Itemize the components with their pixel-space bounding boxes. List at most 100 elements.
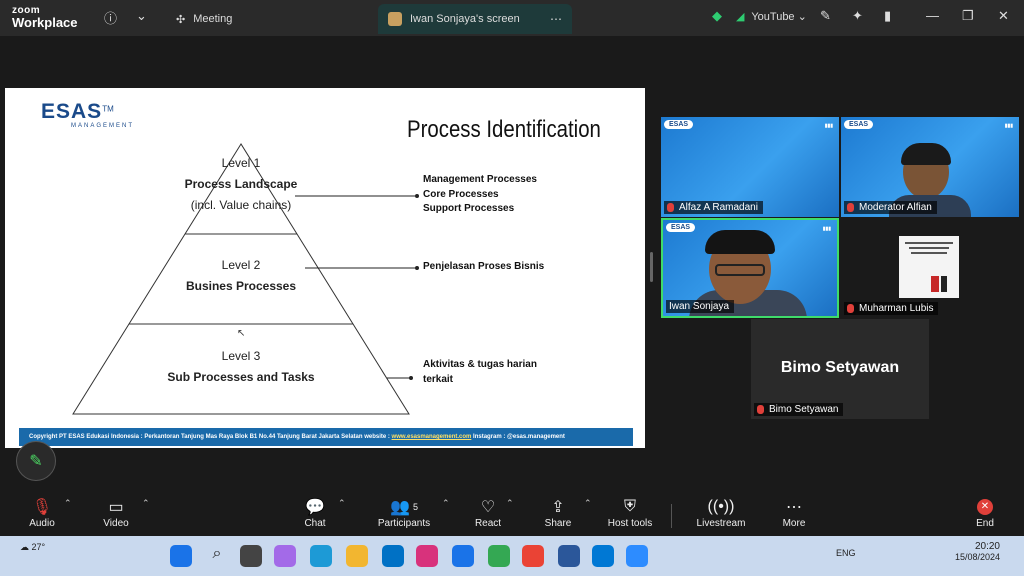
chevron-down-icon[interactable]: ⌄ [136,8,147,24]
youtube-status[interactable]: ◢ YouTube ⌄ [736,10,807,23]
end-button[interactable]: ✕ End [970,496,1000,529]
host-tools-label: Host tools [607,518,653,529]
level3-title: Sub Processes and Tasks [167,370,315,384]
level1-description: Management Processes Core Processes Supp… [423,173,537,217]
meeting-icon: ✣ [176,13,186,26]
zoom-icon[interactable] [626,545,648,567]
participant-name-tag: Iwan Sonjaya [666,300,735,313]
participants-label: Participants [377,518,431,529]
instagram-icon[interactable] [416,545,438,567]
mic-muted-icon [757,405,764,414]
level1-block: Level 1 Process Landscape (incl. Value c… [155,156,327,212]
pen-icon: ✎ [29,453,43,470]
end-icon: ✕ [970,496,1000,518]
level2-block: Level 2 Busines Processes [155,258,327,293]
participants-icon: 👥 5 [390,499,418,516]
minimize-icon[interactable]: — [926,8,939,23]
footer-link[interactable]: www.esasmanagement.com [392,434,472,440]
edge-icon[interactable] [310,545,332,567]
chat-label: Chat [304,518,326,529]
participant-name: Muharman Lubis [859,303,934,314]
hp-icon[interactable] [382,545,404,567]
audio-label: Audio [29,518,55,529]
level2-label: Level 2 [221,258,261,272]
video-label: Video [103,518,129,529]
more-button[interactable]: ⋯ More [778,496,810,529]
brand-mark-icon: ▮▮▮ [1004,123,1013,129]
chevron-up-icon[interactable]: ⌃ [584,498,592,509]
photos-icon[interactable] [592,545,614,567]
list-item: Support Processes [423,203,515,214]
cloud-icon: ☁ [20,542,29,552]
chrome-icon[interactable] [522,545,544,567]
footer-instagram: Instagram : @esas.management [471,434,565,440]
participant-name-tag: Bimo Setyawan [754,403,844,416]
participants-count: 5 [412,502,418,512]
livestream-button[interactable]: ((•)) Livestream [694,496,748,529]
copilot-icon[interactable] [274,545,296,567]
livestream-label: Livestream [696,518,746,529]
participant-tile[interactable]: ESAS ▮▮▮ Alfaz A Ramadani [661,117,839,217]
chat-button[interactable]: 💬 Chat [298,496,332,529]
mic-muted-icon: 🎙 [31,499,53,516]
annotate-icon[interactable]: ✎ [820,8,831,24]
weather-temp: 27° [31,542,46,552]
os-taskbar: ☁ 27° ⌕ ENG 20:20 15/08/2024 [0,536,1024,576]
participant-name-tag: Muharman Lubis [844,302,939,315]
video-button[interactable]: ▭ Video [96,496,136,529]
participant-tile[interactable]: ESAS ▮▮▮ Moderator Alfian [841,117,1019,217]
host-tools-button[interactable]: ⛨ Host tools [604,496,656,529]
restore-icon[interactable]: ❐ [962,8,974,24]
participant-tile[interactable]: Bimo Setyawan Bimo Setyawan [751,319,929,419]
file-explorer-icon[interactable] [346,545,368,567]
chrome-icon[interactable] [488,545,510,567]
slide-footer: Copyright PT ESAS Edukasi Indonesia : Pe… [19,428,633,446]
tab-screen-share-label: Iwan Sonjaya's screen [410,13,520,25]
chevron-up-icon[interactable]: ⌃ [142,498,150,509]
word-icon[interactable] [558,545,580,567]
search-icon[interactable]: ⌕ [206,545,228,567]
help-icon[interactable] [452,545,474,567]
windows-start-icon[interactable] [170,545,192,567]
sparkle-icon[interactable]: ✦ [852,8,863,24]
level1-note: (incl. Value chains) [190,198,292,212]
brand-mark-icon: ▮▮▮ [822,226,831,232]
tab-meeting[interactable]: ✣ Meeting [176,4,232,34]
share-button[interactable]: ⇪ Share [542,496,574,529]
participant-tile[interactable]: Muharman Lubis [841,218,1019,318]
list-item: Management Processes [423,174,537,185]
tab-meeting-label: Meeting [193,13,233,25]
level3-description-line1: Aktivitas & tugas harian [423,359,537,370]
chevron-up-icon[interactable]: ⌃ [442,498,450,509]
tab-screen-share[interactable]: Iwan Sonjaya's screen ⋯ [378,4,572,34]
level3-description-line2: terkait [423,373,454,385]
chevron-up-icon[interactable]: ⌃ [338,498,346,509]
chevron-up-icon[interactable]: ⌃ [64,498,72,509]
resize-handle[interactable] [650,252,653,282]
shield-icon: ◆ [712,8,722,23]
shared-screen: ESASTM MANAGEMENT Process Identification… [5,88,645,448]
layout-icon[interactable]: ▮ [884,8,891,24]
participant-tile-active[interactable]: ESAS ▮▮▮ Iwan Sonjaya [661,218,839,318]
level3-block: Level 3 Sub Processes and Tasks [155,349,327,384]
participant-name: Iwan Sonjaya [669,301,730,312]
chevron-up-icon[interactable]: ⌃ [506,498,514,509]
esas-logo: ESAS [664,120,694,129]
clock[interactable]: 20:20 15/08/2024 [950,541,1000,562]
react-button[interactable]: ♡ React [472,496,504,529]
logo-bottom-text: Workplace [12,15,78,30]
language-indicator[interactable]: ENG [836,548,856,558]
mic-muted-icon [667,203,674,212]
participant-video [899,236,959,298]
participants-button[interactable]: 👥 5 Participants [374,496,434,529]
weather-widget[interactable]: ☁ 27° [20,542,45,553]
more-icon[interactable]: ⋯ [550,12,562,26]
participant-name-tag: Moderator Alfian [844,201,937,214]
signal-icon: ◢ [736,11,745,23]
annotate-pen-button[interactable]: ✎ [16,441,56,481]
info-icon[interactable]: ⓘ [104,8,117,27]
audio-button[interactable]: 🎙 Audio [22,496,62,529]
task-view-icon[interactable] [240,545,262,567]
share-label: Share [544,518,572,529]
close-icon[interactable]: ✕ [998,8,1009,24]
